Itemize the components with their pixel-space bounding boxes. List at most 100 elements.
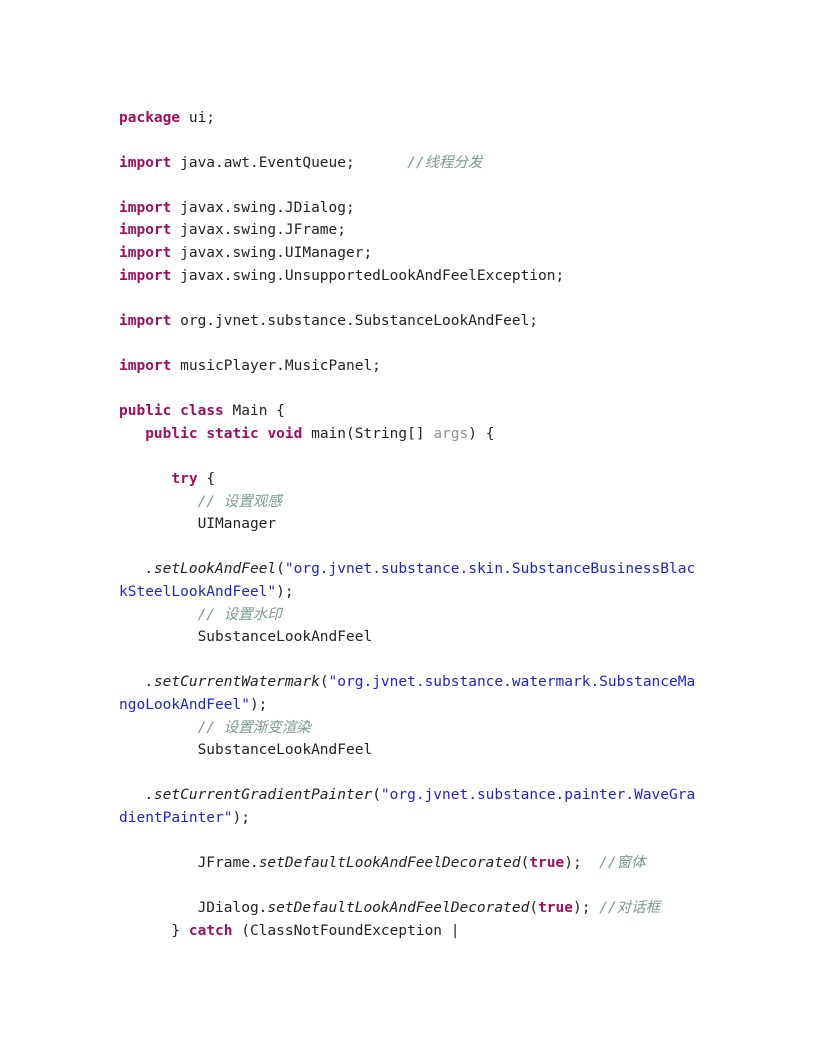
code-token-plain: JDialog. [119, 900, 268, 917]
code-line: // 设置水印 [119, 604, 699, 627]
code-token-kw: static [206, 425, 259, 442]
code-line: import java.awt.EventQueue; //线程分发 [119, 152, 699, 175]
code-token-kw: public [145, 425, 198, 442]
code-token-mth: .setCurrentGradientPainter [145, 787, 373, 804]
code-line: try { [119, 468, 699, 491]
code-token-kw: true [538, 900, 573, 917]
code-token-mth: setDefaultLookAndFeelDecorated [258, 855, 521, 872]
code-line: .setLookAndFeel("org.jvnet.substance.ski… [119, 558, 699, 603]
code-token-plain: javax.swing.JDialog; [171, 199, 355, 216]
code-line: .setCurrentWatermark("org.jvnet.substanc… [119, 671, 699, 716]
code-token-plain: javax.swing.UIManager; [171, 245, 373, 262]
code-token-plain: javax.swing.JFrame; [171, 222, 346, 239]
code-token-plain: musicPlayer.MusicPanel; [171, 358, 381, 375]
code-token-plain: org.jvnet.substance.SubstanceLookAndFeel… [171, 312, 539, 329]
code-token-plain: ) { [468, 425, 495, 442]
code-token-cmt: // 设置渐变渲染 [197, 719, 311, 736]
code-line: public class Main { [119, 400, 699, 423]
code-line: import javax.swing.UIManager; [119, 242, 699, 265]
code-line: public static void main(String[] args) { [119, 423, 699, 446]
code-token-plain: ( [319, 674, 329, 691]
code-line: import javax.swing.JDialog; [119, 197, 699, 220]
code-token-mth: .setCurrentWatermark [145, 674, 320, 691]
code-token-kw: import [119, 267, 172, 284]
code-token-plain: ui; [180, 109, 216, 126]
code-token-plain: UIManager [119, 516, 277, 533]
code-token-plain: javax.swing.UnsupportedLookAndFeelExcept… [171, 267, 565, 284]
code-token-kw: import [119, 199, 172, 216]
code-token-kw: import [119, 222, 172, 239]
code-token-kw: import [119, 245, 172, 262]
code-token-plain: SubstanceLookAndFeel [119, 742, 373, 759]
code-token-kw: try [171, 471, 198, 487]
code-token-plain: ); [276, 583, 294, 600]
code-token-param: args [433, 425, 469, 442]
code-token-mth: setDefaultLookAndFeelDecorated [267, 900, 530, 917]
code-token-plain: ); [249, 696, 268, 713]
code-token-plain: main(String[] [302, 425, 434, 442]
code-line: import javax.swing.UnsupportedLookAndFee… [119, 265, 699, 288]
code-line: JDialog.setDefaultLookAndFeelDecorated(t… [119, 897, 699, 920]
code-token-kw: void [267, 425, 303, 442]
code-token-kw: import [119, 312, 172, 329]
code-token-kw: import [119, 358, 172, 375]
code-token-kw: class [180, 403, 224, 420]
code-token-plain: java.awt.EventQueue; [171, 154, 408, 171]
code-token-plain: ( [529, 900, 539, 917]
source-code-block: package ui; import java.awt.EventQueue; … [119, 107, 699, 943]
code-line: import musicPlayer.MusicPanel; [119, 355, 699, 378]
code-line: SubstanceLookAndFeel [119, 626, 699, 649]
code-token-cmt: // 设置水印 [197, 606, 282, 623]
code-line: import javax.swing.JFrame; [119, 219, 699, 242]
code-line: UIManager [119, 513, 699, 536]
code-line: SubstanceLookAndFeel [119, 739, 699, 762]
code-token-cmt: // 设置观感 [197, 493, 282, 510]
code-token-plain: { [197, 471, 216, 487]
code-line: package ui; [119, 107, 699, 130]
code-token-plain: JFrame. [119, 855, 259, 872]
code-token-kw: package [119, 109, 181, 126]
code-token-kw: catch [188, 922, 233, 939]
code-token-plain: (ClassNotFoundException | [232, 922, 460, 939]
code-line: JFrame.setDefaultLookAndFeelDecorated(tr… [119, 852, 699, 875]
code-token-cmt: //对话框 [599, 900, 661, 917]
code-line: .setCurrentGradientPainter("org.jvnet.su… [119, 784, 699, 829]
code-token-kw: import [119, 154, 172, 171]
code-token-plain: } [119, 922, 189, 939]
code-token-cmt: //线程分发 [407, 154, 483, 171]
code-token-kw: true [529, 855, 565, 872]
code-token-plain: Main { [223, 403, 285, 420]
code-line: } catch (ClassNotFoundException | [119, 920, 699, 943]
code-token-kw: public [119, 403, 172, 420]
code-token-plain: ); [572, 900, 600, 917]
code-line: // 设置渐变渲染 [119, 717, 699, 740]
code-listing-page: package ui; import java.awt.EventQueue; … [0, 0, 816, 1056]
code-line: import org.jvnet.substance.SubstanceLook… [119, 310, 699, 333]
code-token-plain: ); [232, 809, 250, 826]
code-line: // 设置观感 [119, 491, 699, 514]
code-token-plain: ( [372, 787, 381, 804]
code-token-plain: SubstanceLookAndFeel [119, 629, 373, 646]
code-token-plain: ( [276, 561, 285, 578]
code-token-mth: .setLookAndFeel [145, 561, 277, 578]
